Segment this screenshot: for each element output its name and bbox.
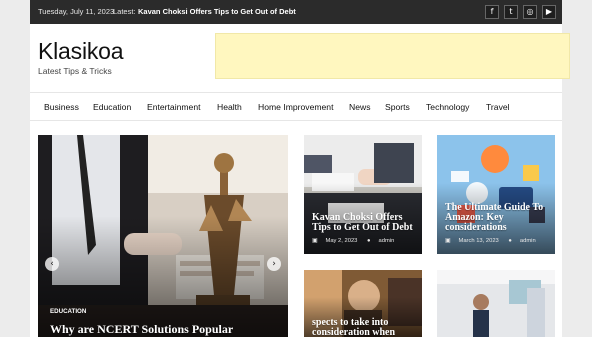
nav-item-education[interactable]: Education	[93, 102, 131, 112]
topbar-date: Tuesday, July 11, 2023	[38, 7, 115, 16]
calendar-icon: ▣	[445, 238, 451, 244]
site-tagline: Latest Tips & Tricks	[38, 66, 112, 76]
nav-item-travel[interactable]: Travel	[486, 102, 510, 112]
article-title[interactable]: Kavan Choksi Offers Tips to Get Out of D…	[312, 213, 418, 233]
nav-item-sports[interactable]: Sports	[385, 102, 410, 112]
hero-slider[interactable]: EDUCATION Why are NCERT Solutions Popula…	[38, 135, 288, 337]
hero-category[interactable]: EDUCATION	[50, 308, 86, 315]
nav-item-entertainment[interactable]: Entertainment	[147, 102, 201, 112]
nav-item-technology[interactable]: Technology	[426, 102, 469, 112]
top-bar: Tuesday, July 11, 2023 Latest: Kavan Cho…	[30, 0, 562, 24]
article-meta: ▣ May 2, 2023 ● admin	[312, 238, 402, 244]
latest-label: Latest:	[113, 7, 136, 16]
article-image	[437, 270, 555, 337]
article-card[interactable]	[437, 270, 555, 337]
page-container: Tuesday, July 11, 2023 Latest: Kavan Cho…	[30, 0, 570, 337]
article-title[interactable]: spects to take into consideration when	[312, 318, 418, 337]
slider-prev-button[interactable]: ‹	[45, 257, 59, 271]
hero-overlay	[38, 215, 288, 337]
article-card[interactable]: Kavan Choksi Offers Tips to Get Out of D…	[304, 135, 422, 254]
article-date: March 13, 2023	[458, 238, 499, 244]
main-nav: Business Education Entertainment Health …	[30, 92, 562, 121]
calendar-icon: ▣	[312, 238, 318, 244]
instagram-icon[interactable]: ◎	[523, 5, 537, 19]
article-title[interactable]: The Ultimate Guide To Amazon: Key consid…	[445, 203, 551, 233]
youtube-icon[interactable]: ▶	[542, 5, 556, 19]
latest-headline-link[interactable]: Kavan Choksi Offers Tips to Get Out of D…	[138, 7, 296, 16]
user-icon: ●	[367, 238, 371, 244]
article-meta: ▣ March 13, 2023 ● admin	[445, 238, 544, 244]
article-author[interactable]: admin	[379, 238, 395, 244]
nav-item-news[interactable]: News	[349, 102, 371, 112]
article-card[interactable]: spects to take into consideration when	[304, 270, 422, 337]
twitter-icon[interactable]: t	[504, 5, 518, 19]
user-icon: ●	[508, 238, 512, 244]
article-author[interactable]: admin	[520, 238, 536, 244]
article-card[interactable]: The Ultimate Guide To Amazon: Key consid…	[437, 135, 555, 254]
article-date: May 2, 2023	[325, 238, 358, 244]
nav-item-health[interactable]: Health	[217, 102, 242, 112]
facebook-icon[interactable]: f	[485, 5, 499, 19]
nav-item-business[interactable]: Business	[44, 102, 79, 112]
nav-item-home-improvement[interactable]: Home Improvement	[258, 102, 333, 112]
site-title[interactable]: Klasikoa	[38, 38, 124, 65]
slider-next-button[interactable]: ›	[267, 257, 281, 271]
ad-banner	[215, 33, 570, 79]
hero-title[interactable]: Why are NCERT Solutions Popular	[50, 323, 233, 335]
